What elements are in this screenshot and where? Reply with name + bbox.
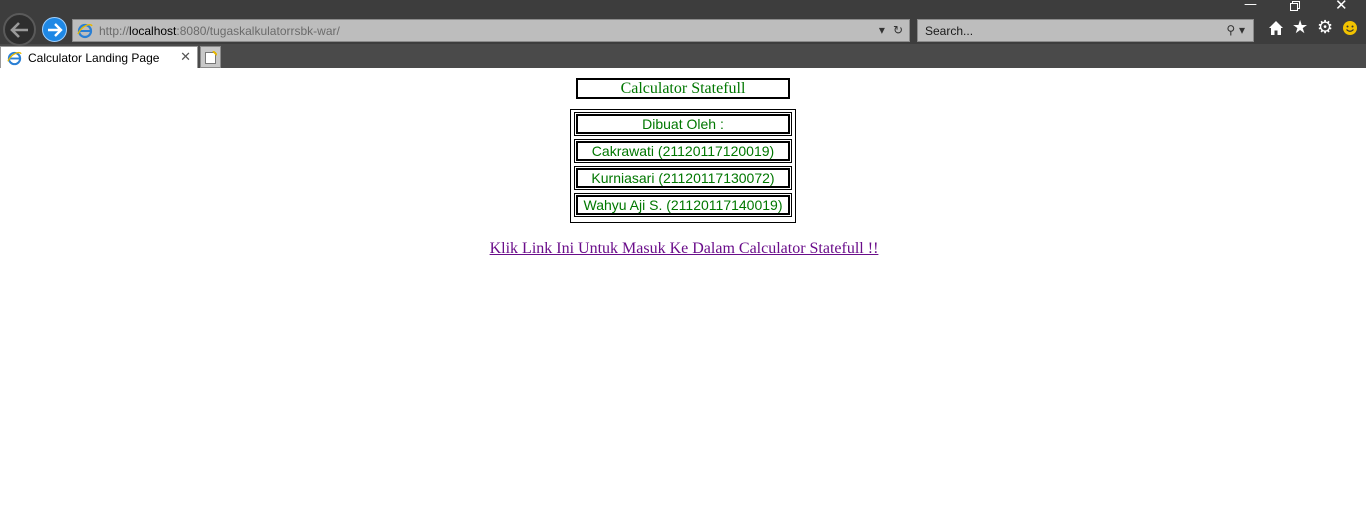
refresh-icon[interactable]: ↻ [893, 23, 903, 37]
search-icon[interactable]: ⚲ ▾ [1226, 23, 1245, 37]
close-window-icon[interactable]: ✕ [1335, 0, 1348, 13]
gear-icon[interactable]: ⚙ [1317, 19, 1333, 37]
address-dropdown-icon[interactable]: ▾ [879, 23, 885, 37]
ie-tab-icon [7, 51, 22, 65]
author-cell: Kurniasari (21120117130072) [574, 166, 792, 190]
made-by-cell: Dibuat Oleh : [574, 112, 792, 136]
vertical-scrollbar[interactable] [1349, 68, 1366, 513]
authors-table: Dibuat Oleh : Cakrawati (21120117120019)… [570, 109, 796, 223]
new-tab-icon [204, 50, 217, 64]
author-name: Kurniasari (21120117130072) [576, 168, 790, 188]
page-title: Calculator Statefull [576, 78, 790, 99]
back-arrow-icon [9, 21, 28, 38]
star-icon[interactable]: ★ [1292, 19, 1308, 37]
search-input[interactable]: Search... [925, 24, 973, 38]
enter-calculator-link[interactable]: Klik Link Ini Untuk Masuk Ke Dalam Calcu… [488, 240, 880, 258]
ie-page-icon [77, 23, 93, 38]
forward-button[interactable] [42, 17, 67, 42]
restore-icon[interactable] [1290, 1, 1301, 13]
search-box[interactable]: Search... ⚲ ▾ [917, 19, 1254, 42]
author-cell: Wahyu Aji S. (21120117140019) [574, 193, 792, 217]
home-icon[interactable] [1268, 20, 1284, 40]
tab-calculator-landing-page[interactable]: Calculator Landing Page ✕ [0, 46, 198, 69]
author-cell: Cakrawati (21120117120019) [574, 139, 792, 163]
made-by-label: Dibuat Oleh : [576, 114, 790, 134]
browser-chrome: — ✕ http://localhost:8080/tugaskalkulato… [0, 0, 1366, 69]
close-tab-icon[interactable]: ✕ [180, 50, 191, 65]
page-content: Calculator Statefull Dibuat Oleh : Cakra… [0, 68, 1349, 513]
tab-title: Calculator Landing Page [28, 51, 160, 65]
minimize-icon[interactable]: — [1244, 0, 1257, 12]
forward-arrow-icon [47, 22, 63, 37]
address-bar[interactable]: http://localhost:8080/tugaskalkulatorrsb… [72, 19, 910, 42]
back-button[interactable] [3, 13, 36, 46]
author-name: Wahyu Aji S. (21120117140019) [576, 195, 790, 215]
author-name: Cakrawati (21120117120019) [576, 141, 790, 161]
new-tab-button[interactable] [200, 46, 221, 68]
url-text[interactable]: http://localhost:8080/tugaskalkulatorrsb… [99, 24, 340, 38]
smiley-icon[interactable] [1342, 20, 1358, 40]
